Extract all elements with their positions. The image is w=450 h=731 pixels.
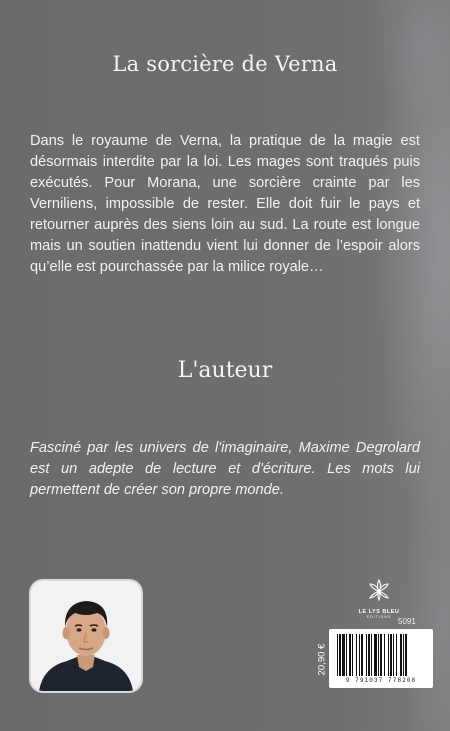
barcode-bars (337, 634, 407, 676)
barcode-bar (346, 634, 347, 676)
barcode-bar (374, 634, 377, 676)
isbn-barcode: 9 791037 778208 (329, 629, 433, 688)
author-photo (29, 579, 143, 693)
barcode-bar (396, 634, 397, 676)
barcode-bar (403, 634, 404, 676)
author-bio-text: Fasciné par les univers de l'imaginaire,… (30, 440, 420, 498)
author-heading: L'auteur (177, 358, 273, 383)
barcode-bar (393, 634, 394, 676)
price-text: 20,90 € (316, 643, 328, 676)
synopsis-text: Dans le royaume de Verna, la pratique de… (30, 133, 420, 275)
barcode-bar (339, 634, 341, 676)
barcode-bar (361, 634, 363, 676)
barcode-bar (352, 634, 353, 676)
author-portrait-image (31, 581, 141, 691)
barcode-bar (371, 634, 372, 676)
barcode-bar (337, 634, 338, 676)
barcode-bar (388, 634, 389, 676)
barcode-bar (378, 634, 379, 676)
barcode-bar (390, 634, 392, 676)
barcode-digits: 9 791037 778208 (345, 677, 417, 684)
barcode-bar (405, 634, 407, 676)
publisher-logo: LE LYS BLEU ÉDITIONS (352, 578, 406, 619)
price-label: 20,90 € (317, 644, 328, 676)
barcode-bar (368, 634, 370, 676)
barcode-bar (400, 634, 402, 676)
barcode-bar (359, 634, 360, 676)
barcode-bar (349, 634, 351, 676)
catalog-code: 5091 (398, 617, 416, 626)
book-title: La sorcière de Verna (112, 52, 338, 76)
book-back-cover: La sorcière de Verna Dans le royaume de … (0, 0, 450, 731)
lily-flower-icon (369, 578, 389, 602)
barcode-bar (342, 634, 345, 676)
barcode-bar (380, 634, 382, 676)
barcode-bar (356, 634, 357, 676)
barcode-bar (366, 634, 367, 676)
barcode-bar (384, 634, 385, 676)
